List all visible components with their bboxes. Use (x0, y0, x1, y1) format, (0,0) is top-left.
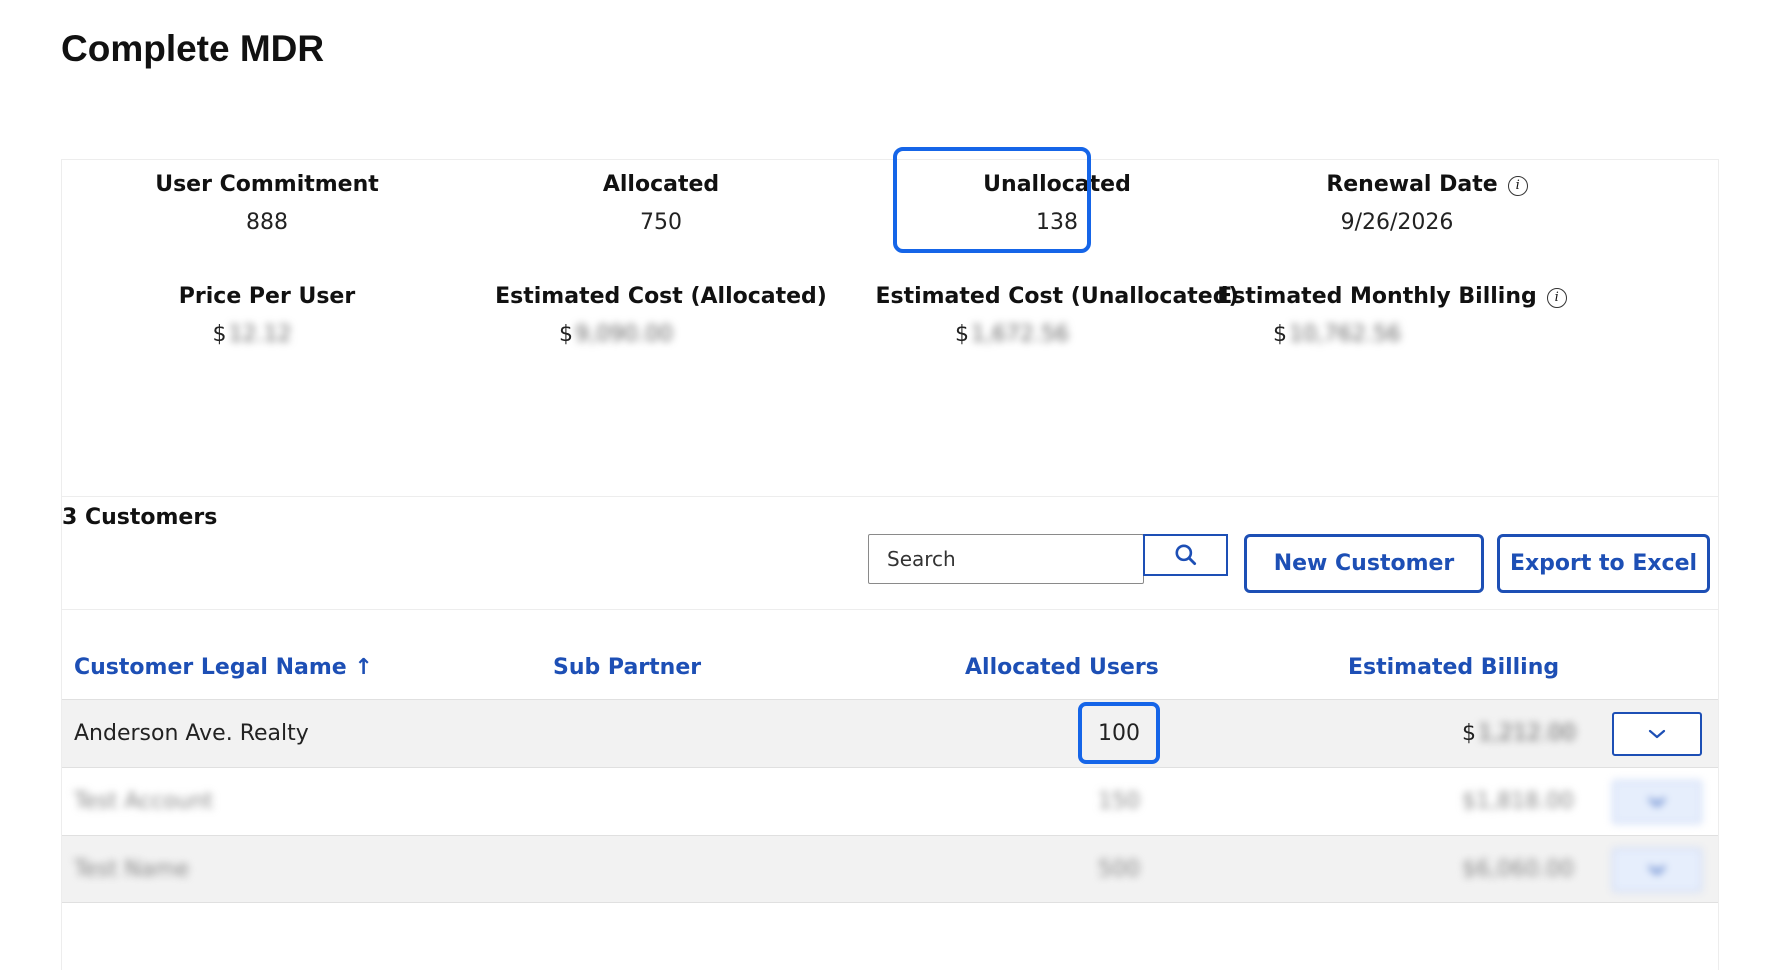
search-input[interactable] (868, 534, 1144, 584)
est-monthly-billing-label: Estimated Monthly Billing (1217, 284, 1537, 309)
unallocated-highlight (893, 147, 1091, 253)
info-icon[interactable]: i (1507, 176, 1528, 196)
new-customer-button[interactable]: New Customer (1244, 534, 1484, 593)
est-cost-unallocated-currency: $ (955, 322, 970, 347)
est-cost-allocated-label: Estimated Cost (Allocated) (495, 284, 827, 309)
user-commitment-label: User Commitment (155, 172, 379, 197)
user-commitment-stat: User Commitment 888 (127, 172, 407, 235)
column-header-estimated-billing[interactable]: Estimated Billing (1348, 655, 1559, 680)
est-cost-allocated-value-row: $9,090.00 (461, 322, 771, 347)
search-icon (1174, 544, 1196, 566)
price-per-user-stat: Price Per User $12.12 (127, 284, 407, 347)
customer-name: Anderson Ave. Realty (74, 721, 309, 746)
est-monthly-billing-label-row: Estimated Monthly Billing i (1192, 284, 1592, 309)
page-title: Complete MDR (61, 28, 325, 69)
est-monthly-billing-value: 10,762.56 (1289, 322, 1401, 347)
allocated-stat: Allocated 750 (521, 172, 801, 235)
billing-currency: $ (1462, 789, 1476, 814)
customer-count: 3 Customers (62, 505, 218, 530)
est-cost-unallocated-value: 1,672.56 (971, 322, 1069, 347)
table-row[interactable]: Anderson Ave. Realty 100 $1,212.00 (62, 699, 1718, 767)
billing-amount: 1,818.00 (1476, 789, 1574, 814)
renewal-date-stat: Renewal Date i 9/26/2026 (1262, 172, 1592, 235)
sort-ascending-icon: ↑ (354, 655, 373, 680)
user-commitment-value: 888 (246, 210, 288, 235)
renewal-date-label: Renewal Date (1326, 172, 1498, 197)
renewal-date-label-row: Renewal Date i (1262, 172, 1592, 197)
est-cost-allocated-currency: $ (559, 322, 574, 347)
column-header-allocated-users[interactable]: Allocated Users (965, 655, 1159, 680)
est-cost-unallocated-value-row: $1,672.56 (862, 322, 1162, 347)
est-cost-allocated-stat: Estimated Cost (Allocated) $9,090.00 (461, 284, 861, 347)
column-header-legal-name[interactable]: Customer Legal Name ↑ (74, 655, 373, 680)
allocated-users: 500 (1098, 857, 1140, 882)
price-per-user-currency: $ (212, 322, 227, 347)
estimated-billing: $6,060.00 (1462, 836, 1574, 904)
billing-amount: 6,060.00 (1476, 857, 1574, 882)
estimated-billing: $1,212.00 (1462, 700, 1576, 768)
est-monthly-billing-stat: Estimated Monthly Billing i $10,762.56 (1192, 284, 1592, 347)
row-expand-button[interactable] (1612, 780, 1702, 824)
chevron-down-icon (1648, 729, 1666, 739)
price-per-user-value: 12.12 (228, 322, 292, 347)
billing-amount: 1,212.00 (1478, 721, 1576, 746)
renewal-date-value: 9/26/2026 (1340, 210, 1454, 235)
search-button[interactable] (1143, 534, 1228, 576)
row-expand-button[interactable] (1612, 712, 1702, 756)
row-expand-button[interactable] (1612, 848, 1702, 892)
column-header-sub-partner[interactable]: Sub Partner (553, 655, 701, 680)
customer-name: Test Account (74, 789, 214, 814)
chevron-down-icon (1648, 865, 1666, 875)
est-cost-allocated-value: 9,090.00 (575, 322, 673, 347)
customer-name: Test Name (74, 857, 190, 882)
est-monthly-billing-value-row: $10,762.56 (1192, 322, 1482, 347)
toolbar-divider (62, 609, 1718, 610)
allocated-users-highlight (1078, 702, 1160, 764)
price-per-user-value-row: $12.12 (127, 322, 377, 347)
allocated-value: 750 (640, 210, 682, 235)
billing-currency: $ (1462, 857, 1476, 882)
table-row[interactable]: Test Name 500 $6,060.00 (62, 835, 1718, 903)
column-header-legal-name-label: Customer Legal Name (74, 655, 347, 680)
allocated-label: Allocated (602, 172, 720, 197)
table-row[interactable]: Test Account 150 $1,818.00 (62, 767, 1718, 835)
estimated-billing: $1,818.00 (1462, 768, 1574, 836)
billing-currency: $ (1462, 721, 1476, 746)
subscription-summary-panel: User Commitment 888 Allocated 750 Unallo… (61, 159, 1719, 496)
customers-panel: 3 Customers New Customer Export to Excel… (61, 496, 1719, 970)
export-to-excel-button[interactable]: Export to Excel (1497, 534, 1710, 593)
chevron-down-icon (1648, 797, 1666, 807)
est-monthly-billing-currency: $ (1273, 322, 1288, 347)
allocated-users: 150 (1098, 789, 1140, 814)
price-per-user-label: Price Per User (178, 284, 356, 309)
info-icon[interactable]: i (1546, 288, 1567, 308)
